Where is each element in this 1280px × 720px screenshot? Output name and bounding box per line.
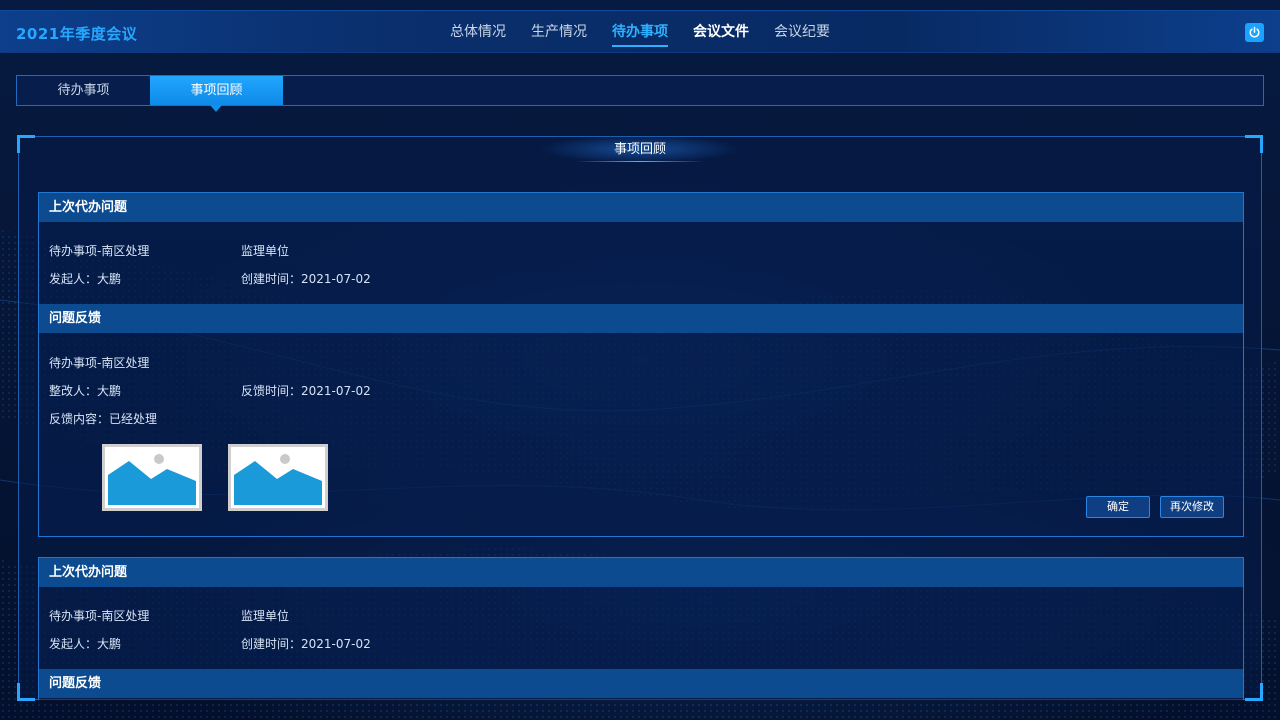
image-placeholder-icon	[234, 450, 322, 505]
issue-initiator: 发起人：大鹏	[49, 272, 122, 286]
review-panel: 事项回顾 上次代办问题 待办事项-南区处理 监理单位 发起人：大鹏 创建时间：2…	[17, 135, 1263, 701]
tab-review[interactable]: 事项回顾	[150, 76, 283, 112]
issue-initiator: 发起人：大鹏	[49, 637, 122, 651]
nav-meeting-files[interactable]: 会议文件	[693, 11, 749, 54]
power-button[interactable]	[1245, 23, 1264, 42]
tab-todo[interactable]: 待办事项	[17, 76, 150, 105]
review-card: 上次代办问题 待办事项-南区处理 监理单位 发起人：大鹏 创建时间：2021-0…	[38, 557, 1244, 700]
issue-unit: 监理单位	[241, 609, 290, 623]
top-header: 2021年季度会议 总体情况 生产情况 待办事项 会议文件 会议纪要	[0, 10, 1280, 53]
corner-decoration	[1245, 683, 1263, 701]
app-title: 2021年季度会议	[16, 25, 138, 43]
feedback-item: 待办事项-南区处理	[49, 356, 150, 370]
issue-item: 待办事项-南区处理	[49, 244, 150, 258]
corner-decoration	[17, 683, 35, 701]
sub-tabs: 待办事项 事项回顾	[16, 75, 1264, 112]
nav-production[interactable]: 生产情况	[531, 11, 587, 54]
main-nav: 总体情况 生产情况 待办事项 会议文件 会议纪要	[450, 11, 855, 54]
title-underline	[575, 161, 705, 162]
modify-again-button[interactable]: 再次修改	[1160, 496, 1224, 518]
nav-meeting-minutes[interactable]: 会议纪要	[774, 11, 830, 54]
feedback-image-thumbnail[interactable]	[102, 444, 202, 511]
feedback-rectifier: 整改人：大鹏	[49, 384, 122, 398]
feedback-time: 反馈时间：2021-07-02	[241, 384, 371, 398]
feedback-image-thumbnail[interactable]	[228, 444, 328, 511]
section-header-feedback: 问题反馈	[39, 304, 1243, 333]
section-header-last-issue: 上次代办问题	[39, 558, 1243, 587]
top-strip	[0, 0, 1280, 10]
section-header-last-issue: 上次代办问题	[39, 193, 1243, 222]
issue-created-time: 创建时间：2021-07-02	[241, 637, 371, 651]
issue-created-time: 创建时间：2021-07-02	[241, 272, 371, 286]
issue-item: 待办事项-南区处理	[49, 609, 150, 623]
feedback-content: 反馈内容：已经处理	[49, 412, 158, 426]
section-header-feedback: 问题反馈	[39, 669, 1243, 698]
nav-todo[interactable]: 待办事项	[612, 11, 668, 54]
nav-overview[interactable]: 总体情况	[450, 11, 506, 54]
power-icon	[1249, 26, 1260, 38]
review-card: 上次代办问题 待办事项-南区处理 监理单位 发起人：大鹏 创建时间：2021-0…	[38, 192, 1244, 537]
confirm-button[interactable]: 确定	[1086, 496, 1150, 518]
panel-title: 事项回顾	[613, 142, 666, 157]
image-placeholder-icon	[108, 450, 196, 505]
issue-unit: 监理单位	[241, 244, 290, 258]
